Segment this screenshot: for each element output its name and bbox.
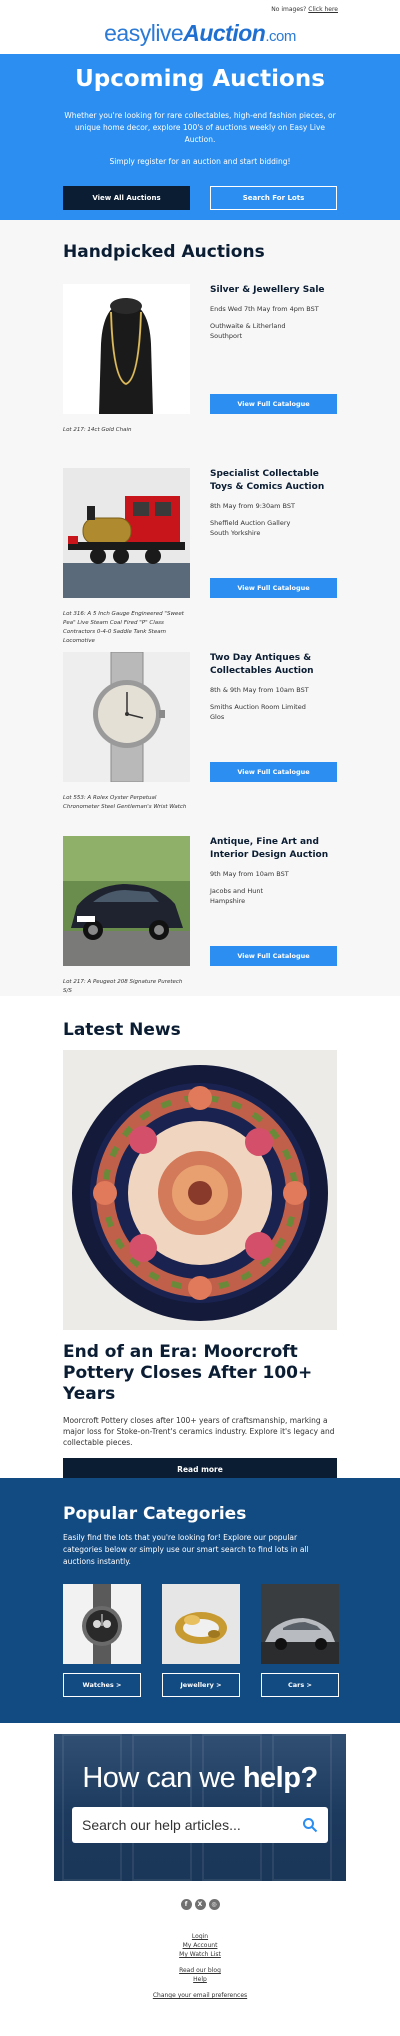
category-cars: Cars > <box>261 1584 339 1697</box>
lot-caption: Lot 217: A Peugeot 208 Signature Puretec… <box>63 979 183 994</box>
hero-title: Upcoming Auctions <box>75 66 325 92</box>
auction-house: Smiths Auction Room Limited <box>210 703 306 711</box>
email-preferences-link[interactable]: Change your email preferences <box>0 1991 400 2000</box>
auction-house: Outhwaite & Litherland <box>210 322 286 330</box>
facebook-icon[interactable]: f <box>180 1899 192 1910</box>
steam-locomotive-image[interactable] <box>63 468 190 598</box>
lot-caption: Lot 316: A 5 Inch Gauge Engineered "Swee… <box>63 611 184 644</box>
gold-chain-image[interactable] <box>63 284 190 414</box>
x-twitter-icon[interactable]: X <box>194 1899 206 1910</box>
my-watch-list-link[interactable]: My Watch List <box>0 1950 400 1959</box>
auction-house: Jacobs and Hunt <box>210 887 263 895</box>
moorcroft-plate-image[interactable] <box>63 1050 337 1330</box>
hero-intro: Whether you're looking for rare collecta… <box>64 111 336 144</box>
auction-date: 8th & 9th May from 10am BST <box>210 686 309 694</box>
click-here-link[interactable]: Click here <box>308 6 338 13</box>
latest-news-section: Latest News End of an Era: Moorcroft Pot… <box>0 996 400 1481</box>
auction-location: Southport <box>210 332 243 340</box>
view-all-auctions-button[interactable]: View All Auctions <box>63 186 190 210</box>
auction-card: Lot 217: A Peugeot 208 Signature Puretec… <box>63 836 337 1020</box>
view-catalogue-button[interactable]: View Full Catalogue <box>210 946 337 966</box>
popular-body: Easily find the lots that you're looking… <box>63 1533 309 1566</box>
login-link[interactable]: Login <box>0 1932 400 1941</box>
help-title-bold: help? <box>242 1762 318 1794</box>
auction-card: Lot 316: A 5 Inch Gauge Engineered "Swee… <box>63 468 337 652</box>
news-body: Moorcroft Pottery closes after 100+ year… <box>63 1416 335 1447</box>
handpicked-auctions-section: Handpicked Auctions Lot 217: 14ct Gold C… <box>0 220 400 996</box>
search-icon[interactable] <box>302 1817 318 1833</box>
popular-title: Popular Categories <box>63 1504 247 1524</box>
watches-category-image[interactable] <box>63 1584 141 1664</box>
lot-caption: Lot 553: A Rolex Oyster Perpetual Chrono… <box>63 795 187 810</box>
category-watches: Watches > <box>63 1584 141 1697</box>
hero-banner: Upcoming Auctions Whether you're looking… <box>0 54 400 220</box>
auction-location: Hampshire <box>210 897 246 905</box>
no-images-text: No images? <box>271 6 307 13</box>
footer: f X ◎ Login My Account My Watch List Rea… <box>0 1893 400 2036</box>
auction-card: Lot 217: 14ct Gold Chain Silver & Jewell… <box>63 284 337 468</box>
auction-title[interactable]: Specialist Collectable Toys & Comics Auc… <box>210 468 337 494</box>
cars-category-image[interactable] <box>261 1584 339 1664</box>
auction-house: Sheffield Auction Gallery <box>210 519 291 527</box>
auction-date: Ends Wed 7th May from 4pm BST <box>210 305 319 313</box>
view-catalogue-button[interactable]: View Full Catalogue <box>210 578 337 598</box>
help-search-input[interactable]: Search our help articles... <box>72 1807 328 1843</box>
cars-category-button[interactable]: Cars > <box>261 1673 339 1697</box>
view-catalogue-button[interactable]: View Full Catalogue <box>210 394 337 414</box>
logo-part-easylive: easylive <box>104 20 184 46</box>
logo-part-com: .com <box>265 28 296 45</box>
rolex-watch-image[interactable] <box>63 652 190 782</box>
popular-categories-section: Popular Categories Easily find the lots … <box>0 1478 400 1723</box>
help-link[interactable]: Help <box>0 1975 400 1984</box>
auction-card: Lot 553: A Rolex Oyster Perpetual Chrono… <box>63 652 337 836</box>
category-jewellery: Jewellery > <box>162 1584 240 1697</box>
logo[interactable]: easyliveAuction.com <box>0 18 400 54</box>
logo-part-auction: Auction <box>183 20 266 46</box>
watches-category-button[interactable]: Watches > <box>63 1673 141 1697</box>
lot-caption: Lot 217: 14ct Gold Chain <box>63 427 132 433</box>
auction-title[interactable]: Silver & Jewellery Sale <box>210 284 337 297</box>
auction-location: Glos <box>210 713 225 721</box>
news-headline[interactable]: End of an Era: Moorcroft Pottery Closes … <box>63 1342 337 1405</box>
help-banner: How can we help? Search our help article… <box>54 1734 346 1881</box>
auction-location: South Yorkshire <box>210 529 261 537</box>
help-title: How can we help? <box>54 1734 346 1795</box>
view-catalogue-button[interactable]: View Full Catalogue <box>210 762 337 782</box>
auction-title[interactable]: Two Day Antiques & Collectables Auction <box>210 652 337 678</box>
jewellery-category-button[interactable]: Jewellery > <box>162 1673 240 1697</box>
hero-cta-text: Simply register for an auction and start… <box>109 157 291 166</box>
auction-date: 8th May from 9:30am BST <box>210 502 295 510</box>
social-links: f X ◎ <box>0 1899 400 1910</box>
auction-date: 9th May from 10am BST <box>210 870 289 878</box>
topbar: No images? Click here <box>0 0 400 18</box>
instagram-icon[interactable]: ◎ <box>208 1899 220 1910</box>
peugeot-car-image[interactable] <box>63 836 190 966</box>
news-title: Latest News <box>63 1020 181 1040</box>
help-search-placeholder: Search our help articles... <box>82 1817 241 1833</box>
auction-title[interactable]: Antique, Fine Art and Interior Design Au… <box>210 836 337 862</box>
read-blog-link[interactable]: Read our blog <box>0 1966 400 1975</box>
search-for-lots-button[interactable]: Search For Lots <box>210 186 337 210</box>
jewellery-category-image[interactable] <box>162 1584 240 1664</box>
help-title-light: How can we <box>82 1762 243 1794</box>
my-account-link[interactable]: My Account <box>0 1941 400 1950</box>
help-section: How can we help? Search our help article… <box>0 1723 400 1893</box>
handpicked-title: Handpicked Auctions <box>63 242 265 262</box>
